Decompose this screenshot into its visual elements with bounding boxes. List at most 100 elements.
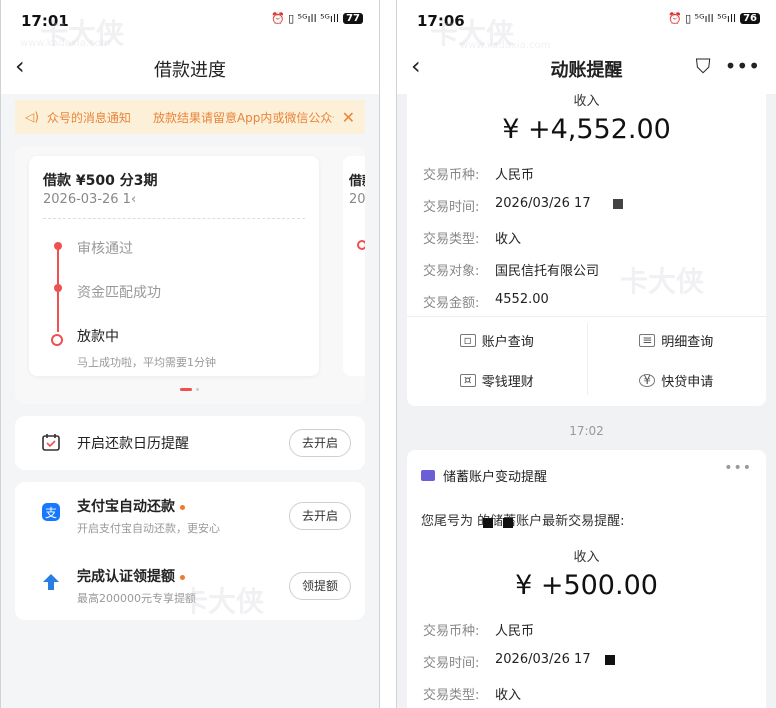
savings-message-card: 储蓄账户变动提醒 ••• 您尾号为 的储蓄账户最新交易提醒: 收入 ¥ +500… [407, 450, 766, 708]
nav-actions: ⛉ ••• [696, 54, 760, 78]
alipay-autopay-sub: 开启支付宝自动还款，更安心 [77, 522, 220, 535]
current-step-ring [51, 334, 63, 346]
verify-raise-limit-sub: 最高200000元专享提额 [77, 592, 196, 605]
field-value: 人民币 [495, 168, 535, 183]
action-label: 明细查询 [661, 334, 714, 350]
notice-banner: ◁) 众号的消息通知 放款结果请留意App内或微信公众号 ✕ [15, 100, 365, 134]
status-bar: 17:01 ⏰ ▯ ⁵ᴳıll ⁵ᴳıll 77 [1, 0, 379, 42]
field-key: 交易币种: [423, 624, 480, 639]
next-loan-date: 202 [349, 192, 365, 207]
signal-icons: ⏰ ▯ ⁵ᴳıll ⁵ᴳıll [270, 12, 340, 25]
more-icon[interactable]: ••• [725, 54, 760, 78]
step-subtext: 马上成功啦，平均需要1分钟 [77, 356, 216, 369]
raise-limit-button[interactable]: 领提额 [288, 572, 351, 600]
enable-autopay-button[interactable]: 去开启 [288, 502, 351, 530]
battery-icon: 76 [740, 13, 760, 24]
wallet-icon: ▫ [459, 333, 476, 347]
verify-raise-limit-title: 完成认证领提额 [77, 566, 185, 586]
svg-text:支: 支 [45, 506, 57, 520]
field-value: 4552.00 [495, 292, 549, 307]
step-disbursing: 放款中 [77, 329, 119, 345]
card-icon [421, 470, 435, 481]
field-key: 交易币种: [423, 168, 480, 183]
redaction [483, 518, 493, 528]
loan-date: 2026-03-26 1‹ [43, 192, 137, 207]
step-funds-matched: 资金匹配成功 [77, 285, 161, 301]
alipay-autopay-row[interactable]: 支 支付宝自动还款 开启支付宝自动还款，更安心 去开启 [15, 482, 365, 550]
redaction [604, 654, 615, 665]
nav-bar: ‹ 借款进度 [1, 42, 379, 94]
field-counterparty: 交易对象: 国民信托有限公司 [423, 260, 599, 279]
field-value: 收入 [495, 232, 522, 247]
savings-text: 您尾号为 的储蓄账户最新交易提醒: [421, 510, 625, 529]
savings-header: 储蓄账户变动提醒 [421, 466, 547, 485]
field-key: 交易时间: [423, 656, 480, 671]
status-icons: ⏰ ▯ ⁵ᴳıll ⁵ᴳıll 76 [668, 12, 760, 25]
redaction [612, 198, 623, 209]
field-value-text: 2026/03/26 17 [495, 652, 591, 667]
action-label: 零钱理财 [481, 374, 534, 390]
carousel-pager [180, 388, 199, 391]
more-icon[interactable]: ••• [724, 460, 752, 476]
pager-dot-active [180, 388, 192, 391]
field-value-text: 2026/03/26 17 [495, 196, 591, 211]
message-timestamp: 17:02 [569, 424, 604, 438]
enable-calendar-button[interactable]: 去开启 [288, 429, 351, 457]
field-value: 收入 [495, 688, 522, 703]
field-key: 交易时间: [423, 200, 480, 215]
income-label: 收入 [573, 550, 600, 565]
divider [43, 218, 305, 219]
field-value: 2026/03/26 17 [495, 196, 623, 211]
step-dot [54, 284, 62, 292]
field-amount: 交易金额: 4552.00 [423, 292, 549, 311]
income-amount: ¥ +500.00 [515, 570, 658, 601]
field-currency: 交易币种: 人民币 [423, 164, 534, 183]
account-query-button[interactable]: ▫ 账户查询 [407, 319, 587, 361]
speaker-icon: ◁) [25, 110, 39, 124]
pager-dot [196, 388, 199, 391]
redaction [503, 518, 513, 528]
field-type: 交易类型: 收入 [423, 228, 521, 247]
savings-header-title: 储蓄账户变动提醒 [443, 470, 548, 485]
new-dot [180, 504, 185, 510]
verify-raise-limit-row[interactable]: 完成认证领提额 最高200000元专享提额 领提额 [15, 552, 365, 620]
income-amount: ¥ +4,552.00 [502, 114, 671, 145]
close-icon[interactable]: ✕ [342, 108, 355, 127]
services-card: 支 支付宝自动还款 开启支付宝自动还款，更安心 去开启 完成认证领提额 最高20… [15, 482, 365, 620]
signal-icons: ⏰ ▯ ⁵ᴳıll ⁵ᴳıll [667, 12, 737, 25]
status-time: 17:06 [417, 12, 465, 30]
loan-progress-carousel: 借款 ¥500 分3期 2026-03-26 1‹ 审核通过 资金匹配成功 放款… [15, 146, 365, 404]
battery-icon: 77 [343, 13, 363, 24]
savings-icon: ¤ [459, 373, 476, 387]
field-key: 交易类型: [423, 688, 480, 703]
loan-apply-button[interactable]: ¥ 快贷申请 [587, 359, 767, 401]
alipay-icon: 支 [41, 502, 61, 522]
calendar-icon [41, 432, 61, 452]
loan-card[interactable]: 借款 ¥500 分3期 2026-03-26 1‹ 审核通过 资金匹配成功 放款… [29, 156, 319, 376]
field-currency: 交易币种: 人民币 [423, 620, 534, 639]
new-dot [180, 574, 185, 580]
income-label: 收入 [573, 94, 600, 109]
page-title: 借款进度 [154, 60, 226, 81]
field-value: 国民信托有限公司 [495, 264, 600, 279]
step-dot [54, 242, 62, 250]
calendar-reminder-card: 开启还款日历提醒 去开启 [15, 416, 365, 470]
list-icon: ≡ [639, 333, 656, 347]
savings-text-content: 您尾号为 的储蓄账户最新交易提醒: [421, 514, 625, 529]
notice-text-2: 放款结果请留意App内或微信公众号 [152, 110, 334, 125]
next-loan-card[interactable]: 借款 202 [343, 156, 365, 376]
field-time: 交易时间: 2026/03/26 17 [423, 652, 615, 671]
field-type: 交易类型: 收入 [423, 684, 521, 703]
notice-text-1: 众号的消息通知 [46, 110, 131, 125]
detail-query-button[interactable]: ≡ 明细查询 [587, 319, 767, 361]
loan-icon: ¥ [639, 373, 656, 387]
wealth-button[interactable]: ¤ 零钱理财 [407, 359, 587, 401]
loan-title: 借款 ¥500 分3期 [43, 173, 158, 189]
filter-icon[interactable]: ⛉ [696, 54, 711, 78]
action-label: 快贷申请 [661, 374, 714, 390]
field-key: 交易金额: [423, 296, 480, 311]
field-key: 交易类型: [423, 232, 480, 247]
income-message-card: 收入 ¥ +4,552.00 交易币种: 人民币 交易时间: 2026/03/26 … [407, 86, 766, 406]
alipay-autopay-title: 支付宝自动还款 [77, 496, 185, 516]
field-value: 人民币 [495, 624, 535, 639]
